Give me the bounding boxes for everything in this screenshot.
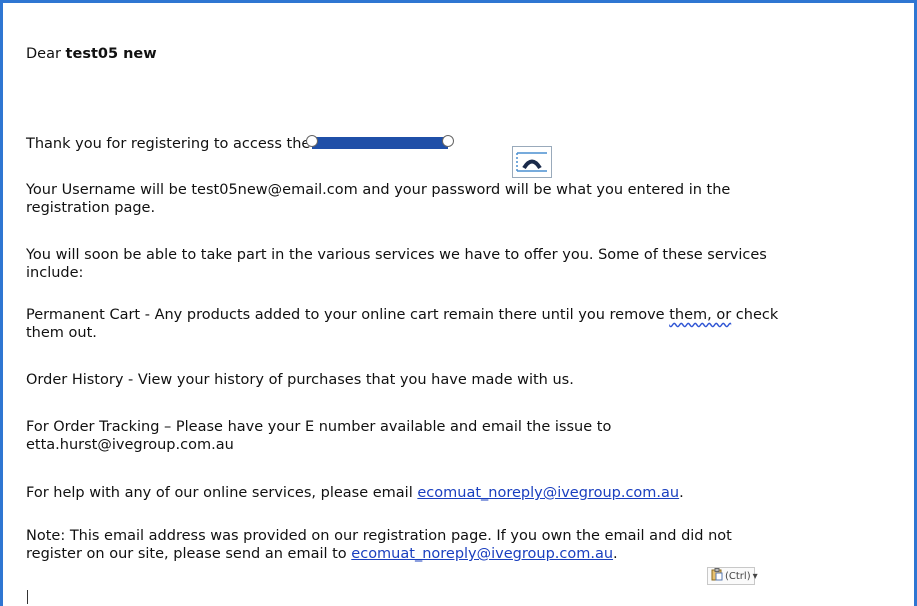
- tracking-line-2: etta.hurst@ivegroup.com.au: [26, 437, 234, 453]
- services-line-2: include:: [26, 265, 84, 281]
- cart-line-1: Permanent Cart - Any products added to y…: [26, 307, 779, 323]
- history-line: Order History - View your history of pur…: [26, 372, 574, 388]
- selection-start-handle[interactable]: [306, 135, 319, 147]
- grammar-flag[interactable]: them, or: [669, 307, 731, 323]
- clipboard-icon: [711, 568, 723, 584]
- broken-image-icon[interactable]: [512, 146, 552, 178]
- services-line-1: You will soon be able to take part in th…: [26, 247, 767, 263]
- recipient-name: test05 new: [65, 46, 157, 62]
- cart-line-2: them out.: [26, 325, 97, 341]
- paste-options-button[interactable]: (Ctrl) ▾: [707, 567, 758, 585]
- paste-options-label: (Ctrl): [725, 570, 751, 582]
- email-editor-frame: [0, 0, 917, 606]
- username-line-1: Your Username will be test05new@email.co…: [26, 182, 731, 198]
- note-email-link[interactable]: ecomuat_noreply@ivegroup.com.au: [351, 546, 613, 562]
- help-email-link[interactable]: ecomuat_noreply@ivegroup.com.au: [417, 485, 679, 501]
- note-line-2: register on our site, please send an ema…: [26, 546, 618, 562]
- text-cursor: [27, 590, 28, 604]
- greeting: Dear test05 new: [26, 46, 157, 62]
- selected-text-highlight[interactable]: [306, 135, 455, 149]
- thanks-line: Thank you for registering to access the: [26, 135, 455, 153]
- username-line-2: registration page.: [26, 200, 156, 216]
- help-line: For help with any of our online services…: [26, 485, 684, 501]
- tracking-line-1: For Order Tracking – Please have your E …: [26, 419, 612, 435]
- chevron-down-icon: ▾: [752, 570, 758, 582]
- note-line-1: Note: This email address was provided on…: [26, 528, 732, 544]
